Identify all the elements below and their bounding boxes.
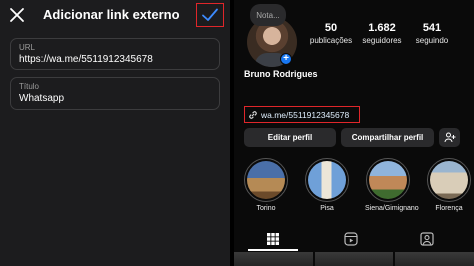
highlight-image <box>369 161 407 199</box>
highlight-ring <box>244 158 288 202</box>
stat-following-value: 541 <box>422 22 442 34</box>
add-person-icon <box>444 132 455 143</box>
profile-screen: Nota... + 50 publicações 1.682 seguidore… <box>234 0 474 266</box>
stat-following[interactable]: 541 seguindo <box>402 22 462 45</box>
highlight-label: Siena/Gimignano <box>365 205 419 212</box>
url-label: URL <box>19 43 36 52</box>
screen-title: Adicionar link externo <box>43 7 180 22</box>
url-value[interactable]: https://wa.me/5511912345678 <box>19 54 211 65</box>
grid-icon[interactable] <box>266 232 280 246</box>
highlight-ring <box>427 158 471 202</box>
title-field[interactable]: Título Whatsapp <box>10 77 220 110</box>
confirm-button[interactable] <box>196 3 224 27</box>
profile-link-text[interactable]: wa.me/5511912345678 <box>261 110 349 120</box>
reels-icon[interactable] <box>344 232 358 246</box>
edit-profile-button[interactable]: Editar perfil <box>244 128 336 147</box>
url-field[interactable]: URL https://wa.me/5511912345678 <box>10 38 220 70</box>
post-thumbnail[interactable] <box>314 252 394 266</box>
profile-tabs <box>234 226 474 250</box>
discover-people-button[interactable] <box>439 128 460 147</box>
highlight-siena[interactable]: Siena/Gimignano <box>365 158 419 212</box>
profile-name: Bruno Rodrigues <box>244 69 318 79</box>
add-link-screen: Adicionar link externo URL https://wa.me… <box>0 0 230 266</box>
profile-link[interactable]: wa.me/5511912345678 <box>244 106 360 123</box>
title-value[interactable]: Whatsapp <box>19 93 211 104</box>
stat-following-label: seguindo <box>415 36 449 45</box>
title-label: Título <box>19 82 40 91</box>
highlight-ring <box>366 158 410 202</box>
highlight-pisa[interactable]: Pisa <box>304 158 350 212</box>
active-tab-indicator <box>248 249 298 251</box>
highlight-image <box>247 161 285 199</box>
link-icon <box>249 110 257 119</box>
tagged-icon[interactable] <box>420 232 434 246</box>
highlight-florenca[interactable]: Florença <box>426 158 472 212</box>
highlight-image <box>430 161 468 199</box>
highlight-torino[interactable]: Torino <box>243 158 289 212</box>
highlight-label: Florença <box>435 205 463 212</box>
highlight-label: Torino <box>256 205 276 212</box>
post-thumbnail[interactable] <box>395 252 474 266</box>
checkmark-icon <box>202 8 218 21</box>
post-thumbnail[interactable] <box>234 252 313 266</box>
highlight-image <box>308 161 346 199</box>
highlight-ring <box>305 158 349 202</box>
note-bubble[interactable]: Nota... <box>250 4 286 26</box>
add-story-icon[interactable]: + <box>280 53 292 65</box>
post-grid <box>234 252 474 266</box>
close-icon[interactable] <box>8 6 26 24</box>
share-profile-button[interactable]: Compartilhar perfil <box>341 128 434 147</box>
highlight-label: Pisa <box>320 205 334 212</box>
